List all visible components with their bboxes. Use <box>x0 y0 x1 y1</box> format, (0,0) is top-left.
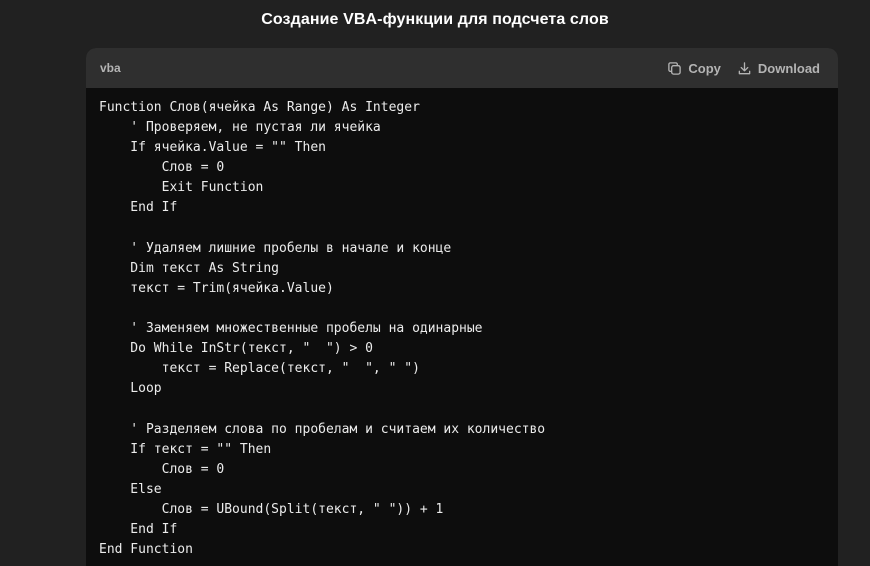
code-line: Слов = 0 <box>99 160 225 176</box>
code-line: Exit Function <box>99 180 264 196</box>
code-language-label: vba <box>100 61 121 75</box>
code-block: vba Copy Download Function Слов(ячейка A… <box>86 48 838 566</box>
download-button[interactable]: Download <box>737 61 820 76</box>
download-button-label: Download <box>757 60 820 76</box>
code-line: текст = Replace(текст, " ", " ") <box>99 361 420 377</box>
code-line: Слов = 0 <box>99 461 225 477</box>
code-line: End If <box>99 200 178 216</box>
code-line: текст = Trim(ячейка.Value) <box>99 280 334 296</box>
code-line: End Function <box>99 542 193 558</box>
code-line: ' Удаляем лишние пробелы в начале и конц… <box>99 240 452 256</box>
page-title: Создание VBA-функции для подсчета слов <box>261 11 609 28</box>
code-line: Do While InStr(текст, " ") > 0 <box>99 341 373 357</box>
download-icon <box>737 61 752 76</box>
code-line: ' Заменяем множественные пробелы на один… <box>99 321 483 337</box>
code-line: If текст = "" Then <box>99 441 272 457</box>
code-actions: Copy Download <box>667 61 820 76</box>
code-block-header: vba Copy Download <box>86 48 838 88</box>
code-line: ' Разделяем слова по пробелам и считаем … <box>99 421 546 437</box>
copy-button[interactable]: Copy <box>667 61 721 76</box>
copy-button-label: Copy <box>688 60 721 76</box>
code-line: ' Проверяем, не пустая ли ячейка <box>99 120 381 136</box>
code-line: If ячейка.Value = "" Then <box>99 140 326 156</box>
copy-icon <box>667 61 682 76</box>
code-line: Слов = UBound(Split(текст, " ")) + 1 <box>99 501 444 517</box>
code-line: Else <box>99 481 162 497</box>
code-line: End If <box>99 521 178 537</box>
code-line: Dim текст As String <box>99 260 280 276</box>
code-content: Function Слов(ячейка As Range) As Intege… <box>86 88 838 560</box>
code-line: Function Слов(ячейка As Range) As Intege… <box>99 100 420 115</box>
code-line: Loop <box>99 381 162 397</box>
